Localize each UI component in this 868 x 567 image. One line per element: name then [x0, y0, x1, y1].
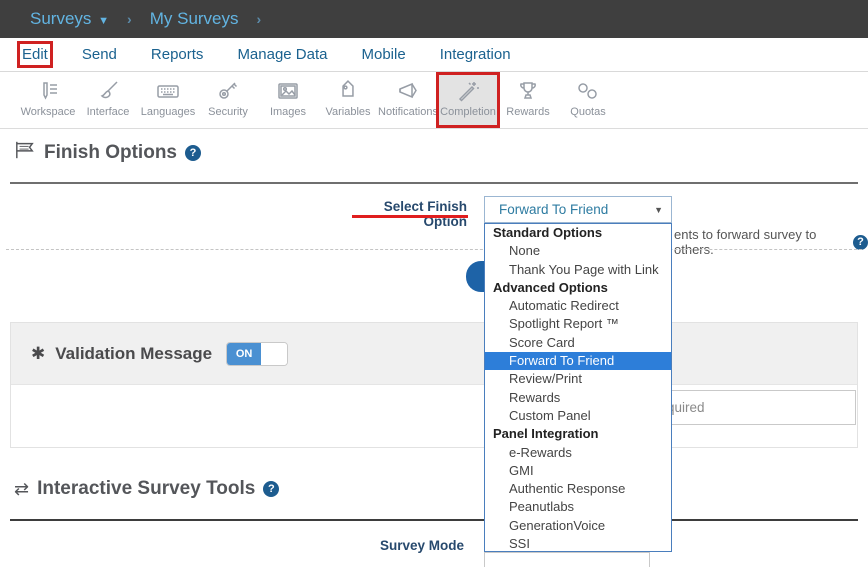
- toolbar-item-workspace[interactable]: Workspace: [18, 74, 78, 126]
- toolbar-item-quotas[interactable]: Quotas: [558, 74, 618, 126]
- key-icon: [198, 78, 258, 104]
- dropdown-option-rewards[interactable]: Rewards: [485, 389, 671, 407]
- image-icon: [258, 78, 318, 104]
- dropdown-option-forward-to-friend[interactable]: Forward To Friend: [485, 352, 671, 370]
- select-finish-option-label: Select Finish Option: [347, 199, 467, 229]
- breadcrumb: Surveys ▼ › My Surveys ›: [0, 0, 868, 38]
- toggle-knob: [261, 343, 287, 365]
- dropdown-option-thank-you-page[interactable]: Thank You Page with Link: [485, 261, 671, 279]
- breadcrumb-separator-icon: ›: [119, 11, 140, 27]
- trophy-icon: [498, 78, 558, 104]
- toolbar-item-notifications[interactable]: Notifications: [378, 74, 438, 126]
- section-divider: [10, 182, 858, 184]
- menu-item-send[interactable]: Send: [82, 46, 117, 63]
- validation-message-title: Validation Message: [55, 344, 212, 364]
- red-underline-annotation: [352, 215, 468, 218]
- toolbar-item-security[interactable]: Security: [198, 74, 258, 126]
- dropdown-option-e-rewards[interactable]: e-Rewards: [485, 444, 671, 462]
- interactive-tools-heading: ⇄ Interactive Survey Tools ?: [14, 478, 279, 500]
- dropdown-option-generationvoice[interactable]: GenerationVoice: [485, 517, 671, 535]
- finish-option-dropdown-list: Standard Options None Thank You Page wit…: [484, 223, 672, 552]
- finish-option-helper-text: ents to forward survey to others. ?: [674, 227, 868, 257]
- finish-option-select[interactable]: Forward To Friend ▼: [484, 196, 672, 223]
- help-icon[interactable]: ?: [853, 235, 868, 250]
- toolbar-item-languages[interactable]: Languages: [138, 74, 198, 126]
- dropdown-option-peanutlabs[interactable]: Peanutlabs: [485, 498, 671, 516]
- breadcrumb-surveys-label: Surveys: [30, 9, 91, 28]
- section-divider: [10, 519, 858, 521]
- tag-icon: [318, 78, 378, 104]
- main-menu: Edit Send Reports Manage Data Mobile Int…: [0, 38, 868, 72]
- help-icon[interactable]: ?: [185, 145, 201, 161]
- validation-message-header: ✱ Validation Message ON: [11, 323, 857, 385]
- finish-option-selected-value: Forward To Friend: [499, 202, 654, 217]
- dropdown-group-panel-integration: Panel Integration: [485, 425, 671, 443]
- menu-item-edit[interactable]: Edit: [22, 46, 48, 63]
- edit-toolbar: Workspace Interface Languages Security I…: [0, 72, 868, 129]
- brush-icon: [78, 78, 138, 104]
- magic-wand-icon: [438, 78, 498, 104]
- finish-options-heading: Finish Options ?: [14, 140, 201, 165]
- toggle-on-label: ON: [227, 343, 261, 365]
- breadcrumb-surveys[interactable]: Surveys ▼: [30, 9, 109, 29]
- pen-list-icon: [18, 78, 78, 104]
- dropdown-option-score-card[interactable]: Score Card: [485, 334, 671, 352]
- chevron-down-icon: ▼: [98, 15, 109, 27]
- menu-item-integration[interactable]: Integration: [440, 46, 511, 63]
- toolbar-item-rewards[interactable]: Rewards: [498, 74, 558, 126]
- breadcrumb-my-surveys[interactable]: My Surveys: [150, 9, 239, 29]
- dropdown-option-custom-panel[interactable]: Custom Panel: [485, 407, 671, 425]
- menu-item-manage-data[interactable]: Manage Data: [237, 46, 327, 63]
- help-icon[interactable]: ?: [263, 481, 279, 497]
- chain-links-icon: [558, 78, 618, 104]
- survey-mode-label: Survey Mode: [344, 538, 464, 553]
- dropdown-option-automatic-redirect[interactable]: Automatic Redirect: [485, 297, 671, 315]
- toolbar-item-completion[interactable]: Completion: [438, 74, 498, 126]
- asterisk-icon: ✱: [31, 344, 45, 364]
- dashed-divider: [6, 249, 862, 250]
- survey-edit-completion-page: Surveys ▼ › My Surveys › Edit Send Repor…: [0, 0, 868, 567]
- flag-icon: [14, 140, 36, 165]
- interactive-tools-title: Interactive Survey Tools: [37, 478, 255, 500]
- dropdown-group-standard-options: Standard Options: [485, 224, 671, 242]
- menu-item-mobile[interactable]: Mobile: [362, 46, 406, 63]
- keyboard-icon: [138, 78, 198, 104]
- megaphone-icon: [378, 78, 438, 104]
- dropdown-option-ssi[interactable]: SSI: [485, 535, 671, 552]
- dropdown-option-none[interactable]: None: [485, 242, 671, 260]
- toolbar-item-interface[interactable]: Interface: [78, 74, 138, 126]
- breadcrumb-separator-icon: ›: [249, 11, 270, 27]
- chevron-down-icon: ▼: [654, 205, 663, 215]
- toolbar-item-images[interactable]: Images: [258, 74, 318, 126]
- validation-message-card: ✱ Validation Message ON: [10, 322, 858, 448]
- toolbar-item-variables[interactable]: Variables: [318, 74, 378, 126]
- swap-arrows-icon: ⇄: [14, 479, 29, 500]
- menu-item-reports[interactable]: Reports: [151, 46, 204, 63]
- survey-mode-select-partial[interactable]: [484, 552, 650, 567]
- dropdown-option-gmi[interactable]: GMI: [485, 462, 671, 480]
- dropdown-option-spotlight-report[interactable]: Spotlight Report ™: [485, 315, 671, 333]
- validation-message-toggle[interactable]: ON: [226, 342, 288, 366]
- dropdown-option-authentic-response[interactable]: Authentic Response: [485, 480, 671, 498]
- dropdown-group-advanced-options: Advanced Options: [485, 279, 671, 297]
- finish-options-title: Finish Options: [44, 142, 177, 164]
- dropdown-option-review-print[interactable]: Review/Print: [485, 370, 671, 388]
